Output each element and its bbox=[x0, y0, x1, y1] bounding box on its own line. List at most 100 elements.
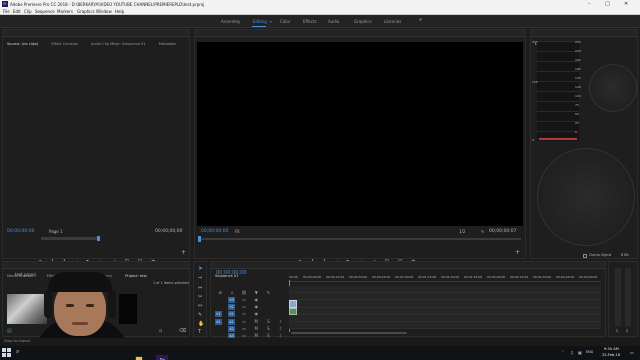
source-add-button[interactable]: + bbox=[181, 250, 186, 256]
bit-depth-select[interactable]: 8 Bit bbox=[621, 253, 629, 258]
volume-icon[interactable]: ♫ bbox=[570, 350, 574, 355]
clamp-signal-checkbox[interactable] bbox=[583, 254, 587, 258]
slip-tool-icon[interactable]: ↔ bbox=[198, 304, 202, 309]
new-item-icon[interactable]: ▫ bbox=[159, 329, 162, 334]
menu-bar: File Edit Clip Sequence Markers Graphics… bbox=[0, 8, 640, 15]
rscale-50: 50 bbox=[575, 112, 579, 116]
track-lane-a3[interactable] bbox=[289, 322, 601, 329]
workspace-effects[interactable]: Effects bbox=[303, 19, 317, 24]
taskbar-apps: ▆ Pr bbox=[130, 347, 171, 360]
status-text: Drop to import bbox=[4, 339, 31, 343]
track-select-icon[interactable]: ⇒ bbox=[198, 276, 202, 281]
track-lane-v2[interactable] bbox=[289, 293, 601, 300]
source-timecode-right: 00;00;00;00 bbox=[155, 229, 183, 234]
timeline-toolbar: ⊞ ∩ ⛓ ▼ ✎ bbox=[217, 279, 287, 295]
list-view-icon[interactable]: ▤ bbox=[7, 329, 12, 334]
workspace-color[interactable]: Color bbox=[280, 19, 290, 24]
delete-icon[interactable]: ⌫ bbox=[179, 329, 186, 334]
program-add-button[interactable]: + bbox=[515, 250, 520, 256]
menu-window[interactable]: Window bbox=[96, 9, 112, 14]
source-playhead-icon[interactable] bbox=[97, 236, 100, 241]
menu-edit[interactable]: Edit bbox=[13, 9, 21, 14]
start-icon[interactable] bbox=[2, 348, 12, 358]
selection-tool-icon[interactable]: ➤ bbox=[198, 266, 203, 272]
ruler-label: 00;00;15;00 bbox=[326, 275, 345, 279]
minimize-button[interactable]: – bbox=[588, 1, 591, 7]
track-lane-a1[interactable] bbox=[289, 308, 601, 315]
audio-clip[interactable] bbox=[289, 308, 297, 315]
tab-effect-controls[interactable]: Effect Controls bbox=[47, 41, 81, 48]
rscale-25: 25 bbox=[575, 121, 579, 125]
wrench-icon[interactable]: ✎ bbox=[481, 229, 484, 234]
project-selection-count: 1 of 1 items selected bbox=[153, 281, 189, 285]
tab-metadata[interactable]: Metadata bbox=[155, 41, 180, 48]
workspace-graphics[interactable]: Graphics bbox=[354, 19, 372, 24]
ripple-edit-icon[interactable]: ⇔ bbox=[198, 286, 202, 291]
timeline-tab-row: Sequence 01 bbox=[211, 262, 605, 278]
menu-markers[interactable]: Markers bbox=[57, 9, 73, 14]
taskbar: ⌕ ▆ Pr ˄ ♫ ▦ ENG 9:34 AM 25-Feb-18 ▭ bbox=[0, 346, 640, 360]
program-playhead-icon[interactable] bbox=[198, 236, 201, 242]
razor-tool-icon[interactable]: ✂ bbox=[198, 295, 202, 300]
track-lane-a2[interactable] bbox=[289, 315, 601, 322]
tray-chevron-icon[interactable]: ˄ bbox=[562, 350, 564, 355]
tab-source[interactable]: Source: (no clips) bbox=[3, 41, 42, 48]
video-clip[interactable] bbox=[289, 300, 297, 308]
hand-tool-icon[interactable]: ✋ bbox=[198, 322, 204, 327]
ruler-label: 00;01;45;00 bbox=[464, 275, 483, 279]
program-panel: Program: Sequence 01 00;00;00;00 Fit 1/2… bbox=[194, 29, 526, 265]
bottom-status-bar: Drop to import bbox=[0, 338, 640, 346]
tab-audio-clip-mixer[interactable]: Audio Clip Mixer: Sequence 01 bbox=[87, 41, 150, 48]
program-fit-select[interactable]: Fit bbox=[235, 229, 240, 234]
file-explorer-icon[interactable]: ▆ bbox=[133, 354, 145, 360]
search-icon[interactable]: ⌕ bbox=[16, 349, 19, 355]
network-icon[interactable]: ▦ bbox=[578, 350, 582, 355]
workspace-more-button[interactable]: » bbox=[419, 18, 422, 23]
source-tab-row: Source: (no clips) Effect Controls Audio… bbox=[3, 30, 189, 46]
timeline-ruler[interactable]: 00;00 00;00;00;00 00;00;15;00 00;00;30;0… bbox=[289, 274, 601, 282]
workspace-audio[interactable]: Audio bbox=[328, 19, 339, 24]
timeline-horizontal-scrollbar[interactable] bbox=[291, 332, 407, 334]
menu-help[interactable]: Help bbox=[115, 9, 124, 14]
ruler-label: 00;00;45;00 bbox=[372, 275, 391, 279]
lumetri-tab-row: Lumetri Scopes bbox=[531, 30, 637, 46]
language-indicator[interactable]: ENG bbox=[586, 350, 593, 355]
track-lane-v3[interactable] bbox=[289, 286, 601, 293]
meter-solo-right[interactable]: S bbox=[626, 329, 628, 334]
type-tool-icon[interactable]: T bbox=[198, 330, 201, 335]
clock-time[interactable]: 9:34 AM bbox=[604, 347, 619, 352]
source-panel: Source: (no clips) Effect Controls Audio… bbox=[2, 29, 190, 265]
workspace-active-underline bbox=[252, 26, 266, 27]
source-timecode-left[interactable]: 00;00;00;00 bbox=[7, 229, 34, 234]
workspace-libraries[interactable]: Libraries bbox=[384, 19, 401, 24]
track-lane-v1[interactable] bbox=[289, 300, 601, 308]
program-scrubber[interactable] bbox=[199, 238, 521, 240]
menu-graphics[interactable]: Graphics bbox=[77, 9, 95, 14]
pen-tool-icon[interactable]: ✎ bbox=[198, 313, 202, 318]
program-scale-select[interactable]: 1/2 bbox=[459, 229, 465, 234]
premiere-pro-icon[interactable]: Pr bbox=[156, 355, 169, 360]
timeline-timecode[interactable]: 00;00;00;00 bbox=[216, 271, 247, 276]
notifications-icon[interactable]: ▭ bbox=[630, 350, 634, 355]
menu-sequence[interactable]: Sequence bbox=[35, 9, 55, 14]
title-bar: Pr Adobe Premiere Pro CC 2018 - D:\BERKA… bbox=[0, 0, 640, 8]
workspace-menu-icon[interactable]: ≡ bbox=[269, 19, 272, 24]
program-timecode-left[interactable]: 00;00;00;00 bbox=[201, 229, 228, 234]
menu-clip[interactable]: Clip bbox=[24, 9, 32, 14]
clock-date[interactable]: 25-Feb-18 bbox=[602, 353, 620, 358]
workspace-editing[interactable]: Editing bbox=[253, 19, 267, 24]
close-button[interactable]: ✕ bbox=[624, 1, 628, 7]
rscale-75: 75 bbox=[575, 103, 579, 107]
rscale-230: 230 bbox=[575, 49, 581, 53]
lumetri-panel: Lumetri Scopes 255 155 0 255 230 205 180… bbox=[530, 29, 638, 259]
meter-solo-left[interactable]: S bbox=[616, 329, 618, 334]
source-scrubber[interactable] bbox=[41, 237, 99, 240]
rscale-180: 180 bbox=[575, 67, 581, 71]
ruler-label: 00;00;30;00 bbox=[349, 275, 368, 279]
source-patch-a3[interactable] bbox=[215, 331, 222, 337]
workspace-assembly[interactable]: Assembly bbox=[221, 19, 240, 24]
menu-file[interactable]: File bbox=[3, 9, 10, 14]
audio-meter-left bbox=[615, 268, 621, 326]
source-page-select[interactable]: Page 1 bbox=[49, 229, 63, 234]
maximize-button[interactable]: □ bbox=[605, 1, 610, 7]
